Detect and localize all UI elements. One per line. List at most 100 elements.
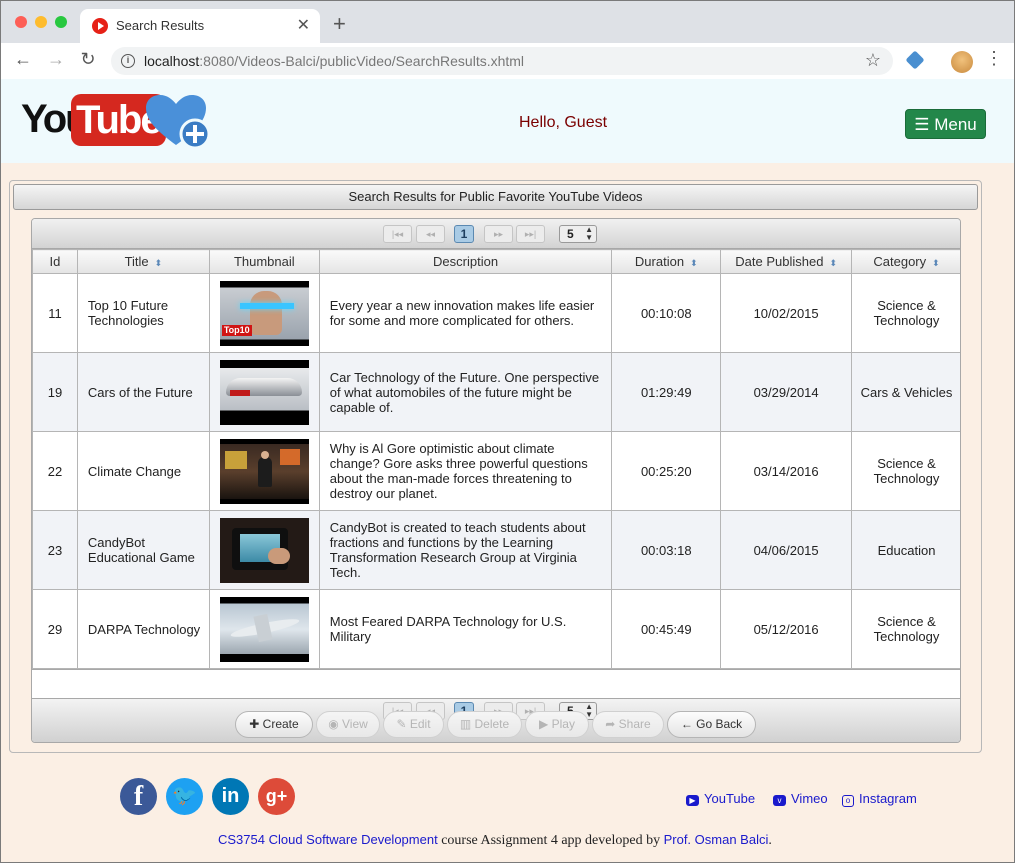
sort-icon[interactable]: ⬍ <box>155 258 163 268</box>
thumb-badge: Top10 <box>221 324 252 336</box>
greeting-text: Hello, Guest <box>519 114 608 131</box>
cell-date-published: 03/29/2014 <box>720 352 853 432</box>
column-header-description: Description <box>318 249 613 274</box>
page-number-button[interactable]: 1 <box>454 225 474 243</box>
first-page-icon[interactable]: |◂◂ <box>383 225 412 243</box>
window-border <box>0 0 1 863</box>
cell-date-published: 05/12/2016 <box>720 589 853 669</box>
cell-id: 22 <box>32 431 78 511</box>
back-icon[interactable]: ← <box>11 49 35 70</box>
video-thumbnail <box>219 517 309 583</box>
cell-category: Science & Technology <box>851 589 960 669</box>
column-header-thumbnail: Thumbnail <box>208 249 320 274</box>
table-row[interactable]: 23 CandyBot Educational Game CandyBot is… <box>32 510 960 590</box>
maximize-window-icon[interactable] <box>55 16 67 28</box>
youtube-icon: ▶ <box>686 795 699 806</box>
instagram-footer-link[interactable]: o Instagram <box>842 791 917 807</box>
facebook-icon[interactable]: f <box>120 778 157 815</box>
create-button[interactable]: ✚ Create <box>235 711 313 738</box>
cell-category: Education <box>851 510 960 590</box>
play-button[interactable]: ▶ Play <box>525 711 589 738</box>
cell-id: 29 <box>32 589 78 669</box>
browser-toolbar: ← → ↻ i localhost:8080/Videos-Balci/publ… <box>1 43 1014 80</box>
bookmark-star-icon[interactable]: ☆ <box>865 50 881 71</box>
extension-cube-icon[interactable] <box>905 50 925 70</box>
arrow-left-icon: ← <box>680 717 697 731</box>
sort-icon[interactable]: ⬍ <box>829 258 837 268</box>
results-table: Id Title ⬍ Thumbnail Description Duration… <box>32 249 960 669</box>
cell-thumbnail <box>208 510 320 590</box>
search-results-panel: Search Results for Public Favorite YouTu… <box>9 180 982 753</box>
table-row[interactable]: 19 Cars of the Future Car Technology of … <box>32 352 960 432</box>
share-button[interactable]: ➦ Share <box>592 711 664 738</box>
tab-title: Search Results <box>116 18 205 33</box>
url-text[interactable]: localhost:8080/Videos-Balci/publicVideo/… <box>144 53 524 69</box>
new-tab-button[interactable]: + <box>333 13 346 35</box>
table-row[interactable]: 22 Climate Change Why is Al Gore optimis… <box>32 431 960 511</box>
author-link[interactable]: Prof. Osman Balci <box>664 832 769 847</box>
info-icon[interactable]: i <box>121 54 135 68</box>
close-tab-icon[interactable]: ✕ <box>297 15 310 35</box>
cell-thumbnail <box>208 352 320 432</box>
column-header-id: Id <box>32 249 78 274</box>
video-thumbnail <box>219 596 309 662</box>
sort-icon[interactable]: ⬍ <box>690 258 698 268</box>
panel-title: Search Results for Public Favorite YouTu… <box>13 184 978 210</box>
last-page-icon[interactable]: ▸▸| <box>516 225 545 243</box>
browser-tab[interactable]: Search Results ✕ <box>80 9 320 43</box>
cell-description: Most Feared DARPA Technology for U.S. Mi… <box>318 589 613 669</box>
google-plus-icon[interactable]: g+ <box>258 778 295 815</box>
reload-icon[interactable]: ↻ <box>76 49 100 70</box>
rows-per-page-select[interactable]: 5▲▼ <box>559 225 597 243</box>
vimeo-footer-link[interactable]: v Vimeo <box>773 791 828 806</box>
course-link[interactable]: CS3754 Cloud Software Development <box>218 832 438 847</box>
play-icon: ▶ <box>539 717 552 731</box>
cell-date-published: 10/02/2015 <box>720 273 853 353</box>
cell-id: 19 <box>32 352 78 432</box>
cell-title: Climate Change <box>76 431 210 511</box>
column-header-duration[interactable]: Duration ⬍ <box>611 249 722 274</box>
cell-thumbnail: Top10 <box>208 273 320 353</box>
cell-category: Science & Technology <box>851 273 960 353</box>
cell-date-published: 04/06/2015 <box>720 510 853 590</box>
cell-description: Every year a new innovation makes life e… <box>318 273 613 353</box>
edit-button[interactable]: ✎ Edit <box>383 711 444 738</box>
close-window-icon[interactable] <box>15 16 27 28</box>
youtube-footer-link[interactable]: ▶ YouTube <box>686 791 755 806</box>
cell-title: Top 10 Future Technologies <box>76 273 210 353</box>
profile-avatar[interactable] <box>951 51 973 73</box>
video-thumbnail <box>219 438 309 504</box>
video-thumbnail <box>219 359 309 425</box>
delete-button[interactable]: ▥ Delete <box>447 711 522 738</box>
cell-category: Science & Technology <box>851 431 960 511</box>
column-header-date-published[interactable]: Date Published ⬍ <box>720 249 853 274</box>
more-menu-icon[interactable]: ⋮ <box>985 48 1003 69</box>
results-datatable: |◂◂ ◂◂ 1 ▸▸ ▸▸| 5 ▲ ▼ Id Title ⬍ Thumbnail … <box>31 218 961 743</box>
footer-credits: CS3754 Cloud Software Development course… <box>218 832 772 848</box>
view-button[interactable]: ◉ View <box>316 711 380 738</box>
column-header-category[interactable]: Category ⬍ <box>851 249 960 274</box>
forward-icon[interactable]: → <box>44 49 68 70</box>
cell-thumbnail <box>208 589 320 669</box>
sort-icon[interactable]: ⬍ <box>932 258 940 268</box>
cell-category: Cars & Vehicles <box>851 352 960 432</box>
table-row[interactable]: 29 DARPA Technology Most Feared DARPA Te… <box>32 589 960 669</box>
vimeo-icon: v <box>773 795 786 806</box>
youtube-favicon-icon <box>92 18 108 34</box>
trash-icon: ▥ <box>459 717 475 731</box>
go-back-button[interactable]: ← Go Back <box>667 711 756 738</box>
column-header-title[interactable]: Title ⬍ <box>76 249 210 274</box>
prev-page-icon[interactable]: ◂◂ <box>416 225 445 243</box>
cell-date-published: 03/14/2016 <box>720 431 853 511</box>
cell-title: DARPA Technology <box>76 589 210 669</box>
cell-id: 23 <box>32 510 78 590</box>
video-thumbnail: Top10 <box>219 280 309 346</box>
twitter-icon[interactable]: 🐦 <box>166 778 203 815</box>
table-row[interactable]: 11 Top 10 Future Technologies Top10 Ever… <box>32 273 960 353</box>
cell-title: CandyBot Educational Game <box>76 510 210 590</box>
next-page-icon[interactable]: ▸▸ <box>484 225 513 243</box>
address-bar[interactable]: i localhost:8080/Videos-Balci/publicVide… <box>111 47 893 75</box>
menu-button[interactable]: ☰ Menu <box>905 109 986 139</box>
minimize-window-icon[interactable] <box>35 16 47 28</box>
linkedin-icon[interactable]: in <box>212 778 249 815</box>
